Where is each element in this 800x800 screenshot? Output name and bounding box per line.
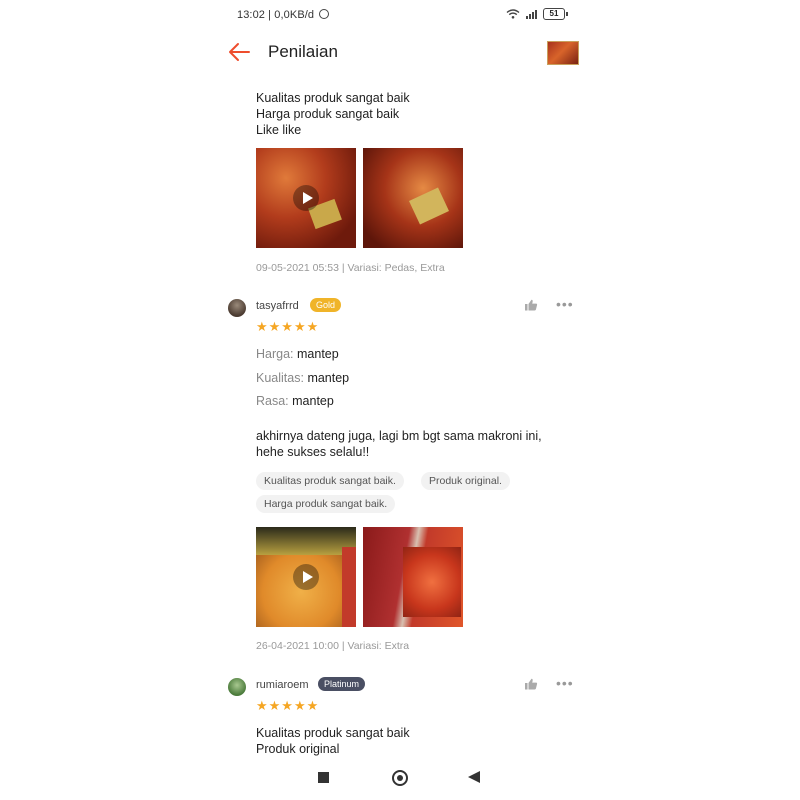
attribute-value: mantep — [292, 394, 334, 408]
review-text-line: Like like — [256, 123, 302, 137]
header-bar: Penilaian — [222, 34, 587, 72]
attribute-harga: Harga: mantep — [256, 347, 339, 361]
phone-screen: 13:02 | 0,0KB/d 51 Penilaian Kualitas pr… — [222, 0, 587, 800]
review-video[interactable] — [256, 148, 356, 248]
signal-icon — [526, 9, 537, 19]
attribute-key: Harga: — [256, 347, 294, 361]
more-options-icon[interactable]: ••• — [556, 675, 574, 691]
battery-icon: 51 — [543, 8, 568, 20]
wifi-icon — [506, 9, 520, 19]
review-text-line: hehe sukses selalu!! — [256, 445, 370, 459]
back-nav-icon[interactable] — [468, 771, 480, 783]
review-photo[interactable] — [363, 527, 463, 627]
attribute-value: mantep — [307, 371, 350, 385]
rating-stars: ★★★★★ — [256, 698, 320, 713]
review-text-line: Produk original — [256, 742, 340, 756]
avatar[interactable] — [228, 678, 246, 696]
review-photo[interactable] — [363, 148, 463, 248]
attribute-kualitas: Kualitas: mantep — [256, 371, 349, 385]
rating-stars: ★★★★★ — [256, 319, 320, 334]
play-icon — [293, 185, 319, 211]
home-icon[interactable] — [392, 770, 408, 786]
thumbs-up-icon[interactable] — [524, 299, 538, 311]
attribute-rasa: Rasa: mantep — [256, 394, 334, 408]
review-date-variation: 26-04-2021 10:00 | Variasi: Extra — [256, 640, 410, 652]
username[interactable]: rumiaroem — [256, 679, 309, 691]
review-text-line: Harga produk sangat baik — [256, 107, 400, 121]
username[interactable]: tasyafrrd — [256, 300, 299, 312]
review-text-line: Kualitas produk sangat baik — [256, 726, 410, 740]
review-date-variation: 09-05-2021 05:53 | Variasi: Pedas, Extra — [256, 262, 445, 274]
recents-icon[interactable] — [318, 772, 329, 783]
attribute-key: Rasa: — [256, 394, 289, 408]
back-arrow-icon[interactable] — [228, 42, 250, 62]
status-time: 13:02 | 0,0KB/d — [237, 9, 330, 21]
avatar[interactable] — [228, 299, 246, 317]
status-icons: 51 — [506, 8, 568, 20]
product-thumbnail[interactable] — [547, 41, 579, 65]
review-text-line: Kualitas produk sangat baik — [256, 91, 410, 105]
alarm-icon — [319, 9, 330, 19]
page-title: Penilaian — [268, 42, 338, 61]
review-video[interactable] — [256, 527, 356, 627]
review-tag[interactable]: Harga produk sangat baik. — [256, 495, 396, 513]
review-tag[interactable]: Produk original. — [421, 472, 510, 490]
attribute-key: Kualitas: — [256, 371, 304, 385]
review-tag[interactable]: Kualitas produk sangat baik. — [256, 472, 404, 490]
thumbs-up-icon[interactable] — [524, 678, 538, 690]
member-badge: Platinum — [318, 677, 366, 691]
play-icon — [293, 564, 319, 590]
system-nav-bar — [222, 760, 587, 796]
attribute-value: mantep — [297, 347, 339, 361]
member-badge: Gold — [310, 298, 342, 312]
review-text-line: akhirnya dateng juga, lagi bm bgt sama m… — [256, 429, 542, 443]
more-options-icon[interactable]: ••• — [556, 296, 574, 312]
